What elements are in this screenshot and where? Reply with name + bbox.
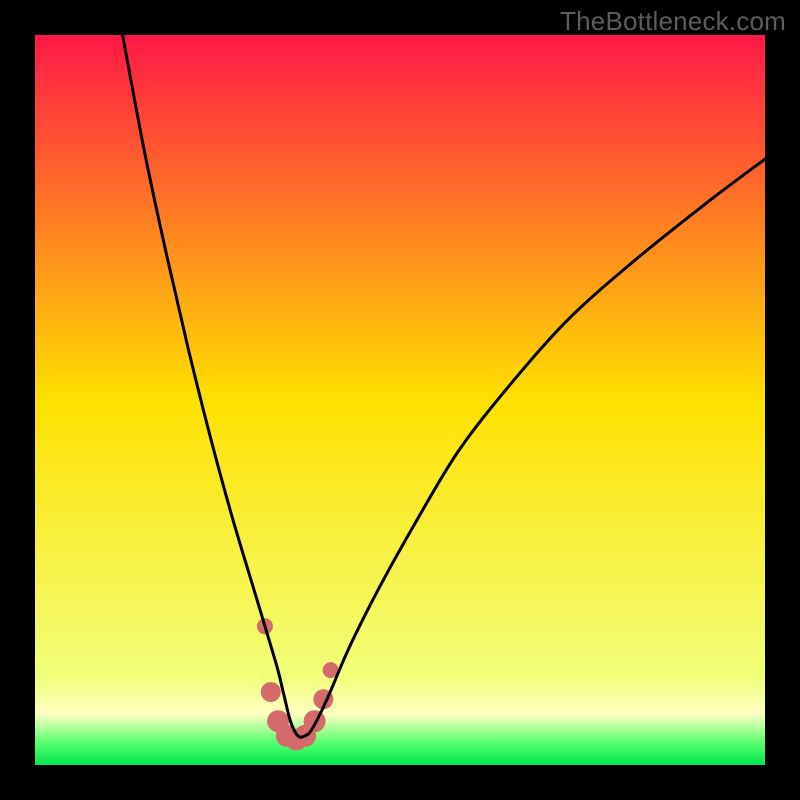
fit-marker <box>261 682 281 702</box>
bottleneck-chart <box>35 35 765 765</box>
chart-frame: TheBottleneck.com <box>0 0 800 800</box>
plot-area <box>35 35 765 765</box>
fit-marker <box>304 710 326 732</box>
watermark-label: TheBottleneck.com <box>560 6 786 37</box>
